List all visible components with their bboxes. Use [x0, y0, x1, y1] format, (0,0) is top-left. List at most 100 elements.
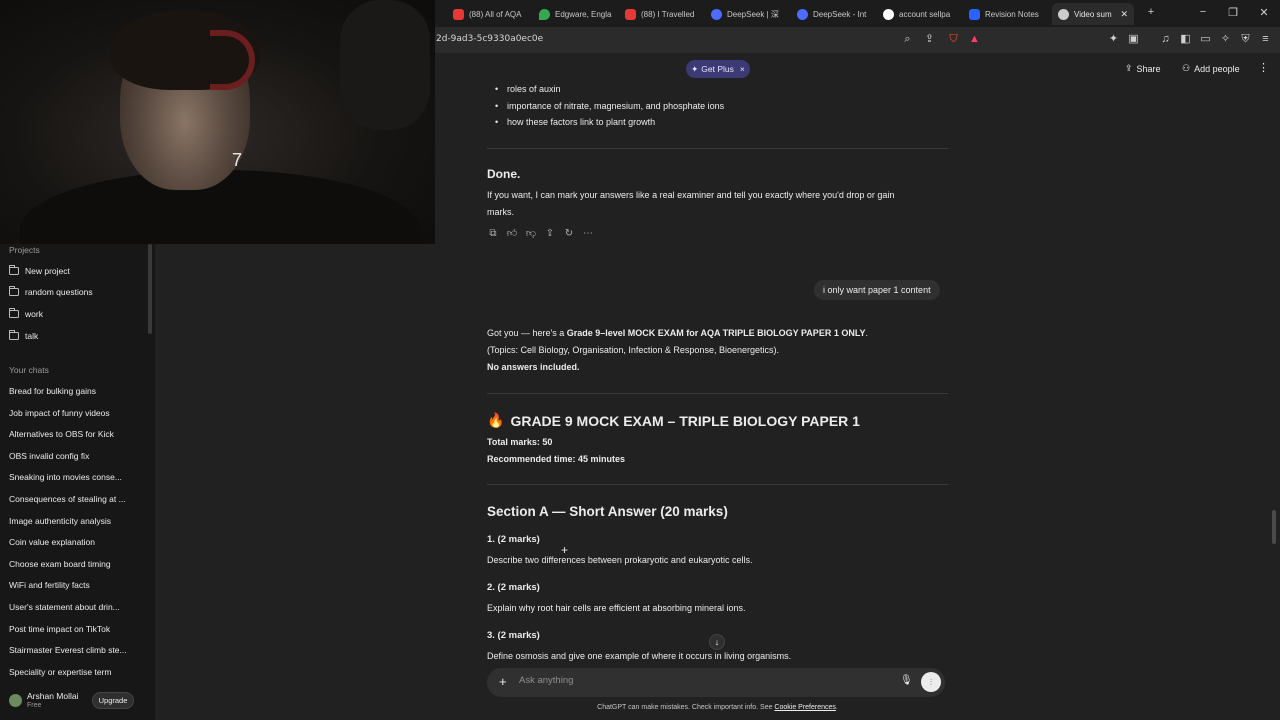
chat-history-item[interactable]: OBS invalid config fix — [9, 447, 145, 465]
share-page-icon[interactable]: ⇪ — [923, 33, 936, 46]
vpn-icon[interactable]: ⛨ — [1239, 33, 1252, 46]
leo-ai-icon[interactable]: ✧ — [1219, 33, 1232, 46]
deepseek-icon — [797, 8, 808, 20]
cookie-preferences-link[interactable]: Cookie Preferences — [774, 704, 835, 711]
sidebar-item-new-project[interactable]: New project — [9, 262, 145, 280]
menu-icon[interactable]: ≡ — [1259, 33, 1272, 46]
chat-history-item[interactable]: Image authenticity analysis — [9, 512, 145, 530]
regenerate-icon[interactable]: ↻ — [563, 228, 575, 240]
chat-history-item[interactable]: Stairmaster Everest climb ste... — [9, 641, 145, 659]
close-window-icon[interactable]: ✕ — [1257, 6, 1271, 19]
folder-icon — [9, 330, 19, 340]
browser-tab[interactable]: DeepSeek | 深 — [705, 3, 791, 25]
folder-icon — [9, 308, 19, 318]
disclaimer-text: ChatGPT can make mistakes. Check importa… — [597, 704, 775, 711]
chat-history-item[interactable]: Job impact of funny videos — [9, 404, 145, 422]
chat-history-item[interactable]: User's statement about drin... — [9, 598, 145, 616]
sidebar-item-project[interactable]: talk — [9, 327, 145, 345]
revision-notes-icon — [969, 8, 980, 20]
chat-history-item[interactable]: Post time impact on TikTok — [9, 620, 145, 638]
no-answers-text: No answers included. — [487, 362, 580, 372]
new-tab-icon[interactable]: + — [1144, 6, 1158, 18]
bullet-dot: • — [495, 117, 499, 127]
wallet-icon[interactable]: ▭ — [1199, 33, 1212, 46]
chat-history-item[interactable]: Bread for bulking gains — [9, 382, 145, 400]
browser-tab-bar: (88) All of AQA Edgware, Engla (88) I Tr… — [435, 0, 1280, 27]
restore-icon[interactable]: ❐ — [1226, 6, 1240, 19]
screenshot-icon[interactable]: ▣ — [1127, 33, 1140, 46]
sidebar-scrollbar[interactable] — [148, 244, 152, 334]
tab-label: DeepSeek - Int — [813, 9, 867, 19]
sidebar-item-project[interactable]: work — [9, 305, 145, 323]
tab-label: (88) All of AQA — [469, 9, 522, 19]
youtube-icon — [453, 8, 464, 20]
question-text: Define osmosis and give one example of w… — [487, 651, 792, 661]
recommended-time: Recommended time: 45 minutes — [487, 454, 626, 464]
add-people-button[interactable]: ⚇ Add people — [1182, 63, 1240, 74]
attach-plus-icon[interactable]: + — [499, 674, 507, 689]
browser-tab[interactable]: Edgware, Engla — [533, 3, 619, 25]
youtube-icon — [625, 8, 636, 20]
search-icon[interactable]: ⌕ — [901, 33, 914, 46]
tab-label: Edgware, Engla — [555, 9, 612, 19]
close-tab-icon[interactable]: ✕ — [1120, 9, 1128, 20]
music-icon[interactable]: ♫ — [1159, 33, 1172, 46]
chat-history-item[interactable]: Coin value explanation — [9, 533, 145, 551]
browser-tab[interactable]: account sellpa — [877, 3, 963, 25]
get-plus-label: Get Plus — [701, 64, 734, 74]
copy-icon[interactable]: ⧉ — [487, 228, 499, 240]
get-plus-button[interactable]: ✦ Get Plus × — [686, 60, 750, 78]
done-heading: Done. — [487, 167, 521, 181]
browser-tab[interactable]: Revision Notes — [963, 3, 1049, 25]
assistant-intro: Got you — here's a Grade 9–level MOCK EX… — [487, 328, 868, 338]
sidebar-item-label: work — [25, 309, 43, 319]
browser-tab[interactable]: (88) I Travelled — [619, 3, 705, 25]
url-text[interactable]: 2d-9ad3-5c9330a0ec0e — [436, 34, 543, 44]
brave-rewards-icon[interactable]: ▲ — [968, 33, 981, 46]
minimize-icon[interactable]: − — [1196, 6, 1210, 18]
question-heading: 3. (2 marks) — [487, 630, 540, 641]
browser-tab[interactable]: DeepSeek - Int — [791, 3, 877, 25]
fire-icon: 🔥 — [487, 412, 505, 428]
chat-history-item[interactable]: Consequences of stealing at ... — [9, 490, 145, 508]
browser-tab[interactable]: (88) All of AQA — [447, 3, 533, 25]
sidebar-item-project[interactable]: random questions — [9, 283, 145, 301]
share-button[interactable]: ⇪ Share — [1125, 63, 1161, 74]
prompt-input[interactable] — [519, 675, 889, 686]
tab-label: account sellpa — [899, 9, 951, 19]
bullet-text: importance of nitrate, magnesium, and ph… — [507, 101, 725, 111]
sidebar-item-label: New project — [25, 266, 70, 276]
microphone-shape — [340, 0, 430, 130]
chat-history-item[interactable]: Choose exam board timing — [9, 555, 145, 573]
topics-text: (Topics: Cell Biology, Organisation, Inf… — [487, 345, 779, 355]
main-scrollbar[interactable] — [1272, 510, 1276, 544]
scroll-to-bottom-button[interactable]: ↓ — [709, 634, 725, 650]
chat-history-item[interactable]: Speciality or expertise term — [9, 663, 145, 681]
intro-text: Got you — here's a — [487, 328, 567, 338]
sidebar-toggle-icon[interactable]: ◧ — [1179, 33, 1192, 46]
more-icon[interactable]: ⋯ — [582, 228, 594, 240]
divider — [487, 148, 948, 149]
chat-history-item[interactable]: WiFi and fertility facts — [9, 576, 145, 594]
thumbs-down-icon[interactable]: 👎︎ — [525, 228, 537, 240]
new-folder-icon — [9, 265, 19, 275]
add-people-label: Add people — [1194, 63, 1240, 74]
close-icon[interactable]: × — [740, 64, 745, 74]
question-text: Describe two differences between prokary… — [487, 555, 753, 565]
microphone-icon[interactable]: 🎙︎ — [900, 675, 913, 686]
share-icon[interactable]: ⇪ — [544, 228, 556, 240]
extensions-icon[interactable]: ✦ — [1107, 33, 1120, 46]
assistant-text: If you want, I can mark your answers lik… — [487, 190, 895, 200]
question-heading: 2. (2 marks) — [487, 582, 540, 593]
composer: + 🎙︎ ⫶ — [487, 668, 945, 697]
voice-mode-button[interactable]: ⫶ — [921, 672, 941, 692]
thumbs-up-icon[interactable]: 👍︎ — [506, 228, 518, 240]
more-options-icon[interactable]: ⋮ — [1258, 61, 1269, 74]
brave-shield-icon[interactable]: ⛉ — [947, 33, 960, 46]
bullet-text: roles of auxin — [507, 84, 561, 94]
projects-heading: Projects — [9, 245, 40, 255]
maps-pin-icon — [539, 8, 550, 20]
chat-history-item[interactable]: Sneaking into movies conse... — [9, 468, 145, 486]
browser-tab-active[interactable]: Video sum ✕ — [1052, 3, 1134, 25]
chat-history-item[interactable]: Alternatives to OBS for Kick — [9, 425, 145, 443]
